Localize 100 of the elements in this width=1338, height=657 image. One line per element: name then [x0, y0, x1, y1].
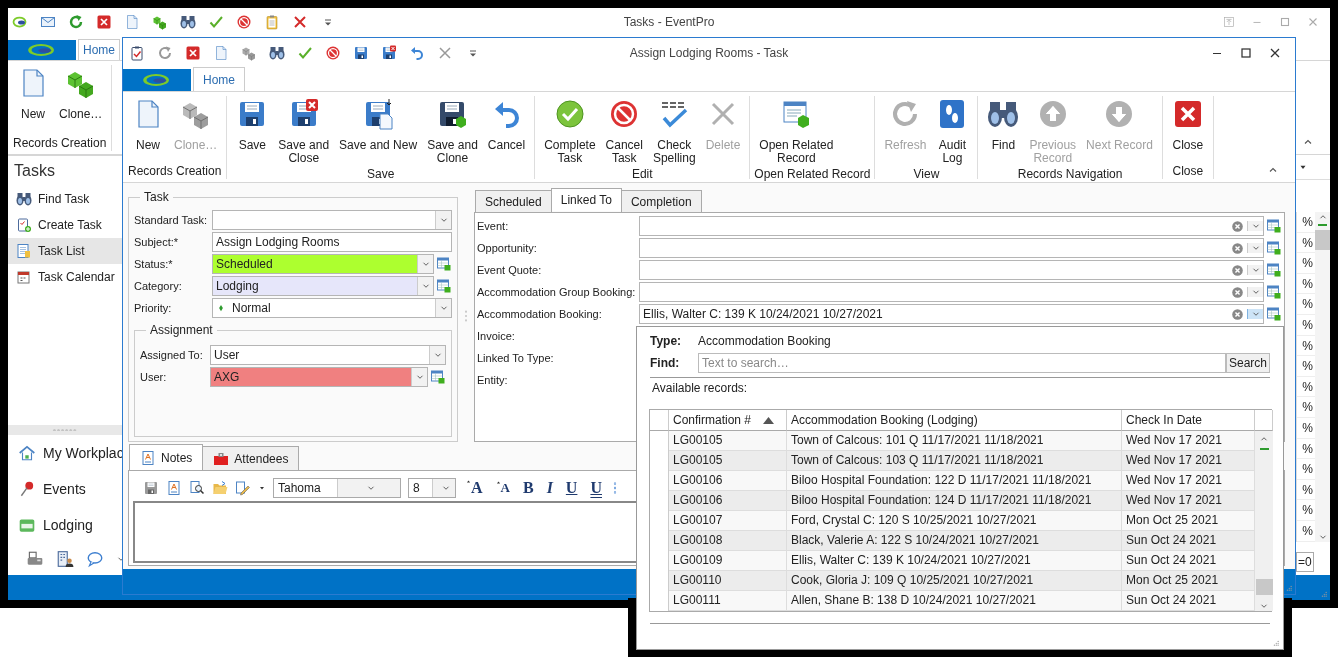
- find-label: Find:: [650, 356, 681, 370]
- ribbon-button[interactable]: New: [12, 65, 54, 123]
- table-cell: LG00106: [669, 491, 787, 511]
- tab[interactable]: Notes: [129, 444, 204, 470]
- field-label: Entity:: [477, 374, 509, 386]
- group-label: View: [912, 167, 941, 181]
- ribbon-button[interactable]: Save and New: [334, 96, 423, 154]
- field-value: AXG: [211, 368, 411, 386]
- table-cell: Wed Nov 17 2021: [1122, 491, 1255, 511]
- ribbon-button[interactable]: Find: [982, 96, 1025, 154]
- field-label: Opportunity:: [477, 242, 538, 254]
- ribbon-tab[interactable]: Home: [193, 67, 245, 91]
- ribbon-button[interactable]: Cancel Task: [600, 96, 648, 167]
- search-button[interactable]: Search: [1225, 353, 1270, 373]
- combo-box[interactable]: Normal: [212, 298, 452, 318]
- ribbon-button[interactable]: Clone…: [54, 65, 108, 123]
- size-combo[interactable]: 8: [408, 478, 456, 498]
- table-cell: LG00111: [669, 591, 787, 611]
- table-cell: Wed Nov 17 2021: [1122, 431, 1255, 451]
- ribbon-button[interactable]: Complete Task: [539, 96, 601, 167]
- table-cell: Sun Oct 24 2021: [1122, 551, 1255, 571]
- table-cell: Sun Oct 24 2021: [1122, 531, 1255, 551]
- table-cell: Wed Nov 17 2021: [1122, 471, 1255, 491]
- nav-item[interactable]: Lodging: [8, 507, 122, 543]
- table-cell: LG00110: [669, 571, 787, 591]
- field-label: Linked To Type:: [477, 352, 555, 364]
- column-header[interactable]: Check In Date: [1122, 410, 1255, 431]
- table-cell: Wed Nov 17 2021: [1122, 451, 1255, 471]
- table-cell: Biloo Hospital Foundation: 122 D 11/17/2021 11/18/2021: [787, 471, 1122, 491]
- group-label: Records Creation: [127, 164, 223, 179]
- table-cell: LG00106: [669, 471, 787, 491]
- group-label: Open Related Record: [754, 167, 871, 181]
- column-header[interactable]: Accommodation Booking (Lodging): [787, 410, 1122, 431]
- field-label: Accommodation Group Booking:: [477, 286, 637, 298]
- combo-box[interactable]: Lodging: [212, 276, 434, 296]
- field-label: Assigned To:: [140, 349, 204, 361]
- table-cell: Black, Valerie A: 122 S 10/24/2021 10/27/2021: [787, 531, 1122, 551]
- group-label: Save: [366, 167, 396, 181]
- combo-box[interactable]: AXG: [210, 367, 428, 387]
- table-cell: Ford, Crystal C: 120 S 10/25/2021 10/27/2021: [787, 511, 1122, 531]
- ribbon-button[interactable]: Close: [1166, 96, 1209, 154]
- ribbon-tab[interactable]: Home: [78, 39, 120, 60]
- field-label: Priority:: [134, 302, 173, 314]
- ribbon-button[interactable]: Check Spelling: [647, 96, 701, 167]
- ribbon-button[interactable]: Save and Close: [273, 96, 335, 167]
- text-field[interactable]: Assign Lodging Rooms: [212, 232, 452, 252]
- nav-item[interactable]: My Workplac: [8, 435, 122, 471]
- field-label: Invoice:: [477, 330, 516, 342]
- bold-button[interactable]: B: [519, 479, 537, 497]
- field-label: Event Quote:: [477, 264, 543, 276]
- sidebar-item[interactable]: Create Task: [8, 212, 122, 238]
- field-label: Event:: [477, 220, 510, 232]
- tab[interactable]: Linked To: [550, 188, 622, 211]
- column-header[interactable]: Confirmation #: [669, 410, 787, 431]
- window-title: Tasks - EventPro: [623, 15, 715, 29]
- filter-field[interactable]: =0: [1296, 551, 1314, 572]
- shrink-font-button[interactable]: A: [492, 480, 513, 496]
- table-cell: Cook, Gloria J: 109 Q 10/25/2021 10/27/2021: [787, 571, 1122, 591]
- ribbon-button[interactable]: Cancel: [482, 96, 531, 154]
- ribbon-button[interactable]: Open Related Record: [754, 96, 839, 167]
- table-cell: Town of Calcous: 103 Q 11/17/2021 11/18/2021: [787, 451, 1122, 471]
- table-cell: LG00108: [669, 531, 787, 551]
- sidebar-item[interactable]: Task List: [8, 238, 122, 264]
- sidebar-item[interactable]: Task Calendar: [8, 264, 122, 290]
- table-cell: Allen, Shane B: 138 D 10/24/2021 10/27/2021: [787, 591, 1122, 611]
- field-value: Lodging: [213, 277, 417, 295]
- section-label: Available records:: [651, 381, 749, 397]
- window-title: Assign Lodging Rooms - Task: [629, 45, 789, 60]
- table-cell: LG00107: [669, 511, 787, 531]
- table-cell: LG00109: [669, 551, 787, 571]
- double-underline-button[interactable]: U: [587, 479, 605, 497]
- combo-box[interactable]: User: [210, 345, 446, 365]
- table-cell: Sun Oct 24 2021: [1122, 591, 1255, 611]
- ribbon-button[interactable]: New: [127, 96, 169, 154]
- table-cell: Biloo Hospital Foundation: 124 D 11/17/2021 11/18/2021: [787, 491, 1122, 511]
- combo-box[interactable]: Scheduled: [212, 254, 434, 274]
- table-cell: Mon Oct 25 2021: [1122, 511, 1255, 531]
- grow-font-button[interactable]: A: [463, 479, 486, 497]
- field-label: Status:*: [134, 258, 174, 270]
- lookup-field[interactable]: Ellis, Walter C: 139 K 10/24/2021 10/27/2021: [639, 304, 1264, 324]
- type-label: Type:: [650, 334, 683, 348]
- ribbon-button[interactable]: Save: [231, 96, 274, 154]
- table-cell: LG00105: [669, 431, 787, 451]
- field-label: Subject:*: [134, 236, 180, 248]
- tab[interactable]: Completion: [620, 190, 702, 212]
- group-label: Edit: [630, 167, 654, 181]
- font-combo[interactable]: Tahoma: [273, 478, 401, 498]
- tab[interactable]: Scheduled: [475, 190, 552, 212]
- tab[interactable]: Attendees: [202, 446, 300, 470]
- ribbon-button[interactable]: Save and Clone: [422, 96, 483, 167]
- group-label: Records Creation: [12, 136, 108, 151]
- underline-button[interactable]: U: [562, 479, 581, 497]
- field-label: User:: [140, 371, 168, 383]
- ribbon-button[interactable]: Audit Log: [931, 96, 974, 167]
- italic-button[interactable]: I: [543, 479, 556, 497]
- nav-item[interactable]: Events: [8, 471, 122, 507]
- search-field[interactable]: Text to search…: [698, 353, 1226, 373]
- table-cell: Ellis, Walter C: 139 K 10/24/2021 10/27/2021: [787, 551, 1122, 571]
- field-label: Accommodation Booking:: [477, 308, 603, 320]
- sidebar-item[interactable]: Find Task: [8, 186, 122, 212]
